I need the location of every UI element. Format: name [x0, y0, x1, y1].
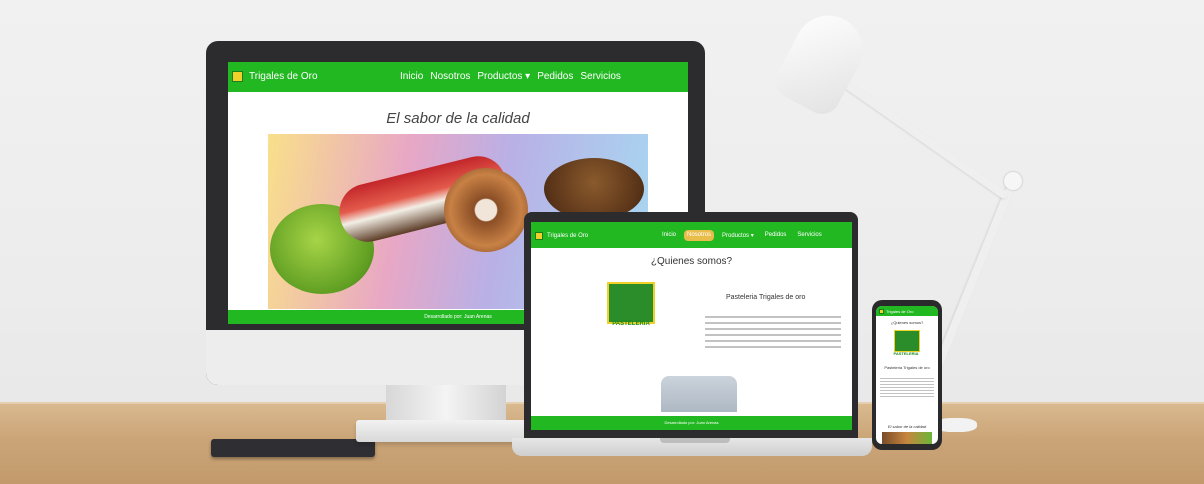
chocolate-ring-cake — [444, 168, 528, 252]
desktop-navbar: Trigales de Oro Inicio Nosotros Producto… — [228, 62, 688, 92]
about-subtitle: Pasteleria Trigales de oro — [884, 365, 930, 370]
logo-text: PASTELERIA — [612, 321, 650, 327]
laptop-navbar: Trigales de Oro Inicio Nosotros Producto… — [531, 222, 852, 248]
nav-nosotros-active[interactable]: Nosotros — [684, 230, 715, 241]
lamp-head — [769, 3, 875, 121]
text-line — [705, 334, 841, 336]
brand-name: Trigales de Oro — [886, 309, 914, 314]
about-paragraph — [705, 316, 841, 352]
phone-cake-image — [882, 432, 932, 444]
nav-pedidos[interactable]: Pedidos — [537, 71, 573, 82]
laptop-brand[interactable]: Trigales de Oro — [535, 232, 588, 240]
brand-name: Trigales de Oro — [249, 71, 318, 82]
text-line — [880, 378, 934, 379]
pasteleria-logo — [607, 282, 655, 324]
about-paragraph — [880, 378, 934, 399]
about-title: ¿Quienes somos? — [890, 320, 924, 325]
pasteleria-logo — [894, 330, 920, 352]
nav-servicios[interactable]: Servicios — [794, 230, 824, 241]
building-photo — [661, 376, 737, 412]
text-line — [705, 316, 841, 318]
text-line — [880, 384, 934, 385]
nav-productos[interactable]: Productos ▾ — [719, 230, 757, 241]
laptop-screen: Trigales de Oro Inicio Nosotros Producto… — [531, 222, 852, 430]
monitor-stand-base — [356, 420, 536, 442]
laptop-notch — [660, 438, 730, 443]
text-line — [705, 340, 841, 342]
chocolate-decorated-cake — [544, 158, 644, 220]
text-line — [705, 346, 841, 348]
text-line — [880, 387, 934, 388]
text-line — [880, 393, 934, 394]
nav-inicio[interactable]: Inicio — [400, 71, 423, 82]
phone-headline: El sabor de la calidad — [887, 424, 927, 429]
nav-pedidos[interactable]: Pedidos — [762, 230, 790, 241]
nav-inicio[interactable]: Inicio — [659, 230, 679, 241]
laptop-footer: Desarrollado por: Juan Arenas — [531, 416, 852, 430]
logo-text: PASTELERIA — [893, 351, 919, 356]
nav-nosotros[interactable]: Nosotros — [430, 71, 470, 82]
text-line — [705, 328, 841, 330]
brand-name: Trigales de Oro — [547, 233, 589, 239]
desktop-brand[interactable]: Trigales de Oro — [232, 71, 318, 82]
nav-servicios[interactable]: Servicios — [580, 71, 621, 82]
laptop-nav-links: Inicio Nosotros Productos ▾ Pedidos Serv… — [659, 230, 825, 241]
brand-logo-icon — [879, 309, 884, 314]
text-line — [705, 322, 841, 324]
about-subtitle: Pasteleria Trigales de oro — [726, 294, 806, 301]
phone-screen: Trigales de Oro ¿Quienes somos? PASTELER… — [876, 306, 938, 444]
monitor-stand-neck — [386, 385, 506, 425]
text-line — [880, 396, 934, 397]
brand-logo-icon — [535, 232, 543, 240]
lamp-upper-arm — [840, 78, 1010, 200]
about-title: ¿Quienes somos? — [650, 256, 733, 267]
desktop-nav-links: Inicio Nosotros Productos ▾ Pedidos Serv… — [400, 71, 621, 82]
brand-logo-icon — [232, 71, 243, 82]
hero-headline: El sabor de la calidad — [386, 110, 530, 127]
phone-navbar: Trigales de Oro — [876, 306, 938, 316]
black-notebook — [211, 439, 375, 457]
text-line — [880, 381, 934, 382]
lamp-joint — [1004, 172, 1022, 190]
phone-brand[interactable]: Trigales de Oro — [879, 309, 913, 314]
text-line — [880, 390, 934, 391]
nav-productos[interactable]: Productos ▾ — [477, 71, 530, 82]
